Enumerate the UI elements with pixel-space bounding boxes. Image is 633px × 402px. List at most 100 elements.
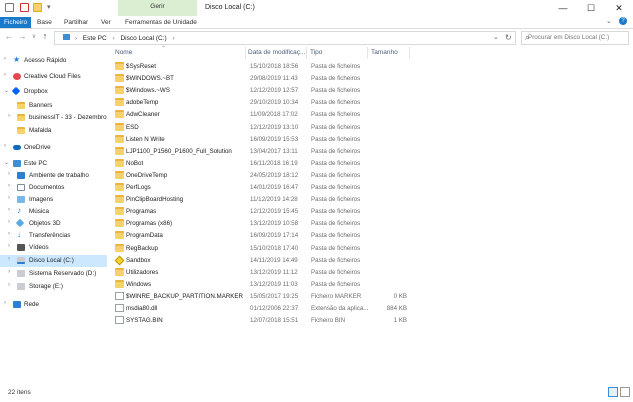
column-divider[interactable] xyxy=(367,47,368,59)
expand-ribbon-icon[interactable]: ⌄ xyxy=(606,17,612,25)
file-name: Programas xyxy=(126,208,157,216)
chevron-right-icon[interactable]: › xyxy=(8,171,10,177)
chevron-right-icon[interactable]: › xyxy=(8,243,10,249)
new-folder-icon[interactable] xyxy=(33,3,42,12)
file-row[interactable]: adobeTemp 29/10/2019 10:34 Pasta de fichei… xyxy=(110,97,410,109)
nav-item-storage-e[interactable]: › Storage (E:) xyxy=(0,281,107,293)
file-row[interactable]: $WINRE_BACKUP_PARTITION.MARKER 15/05/2017… xyxy=(110,291,410,303)
close-button[interactable]: ✕ xyxy=(605,0,633,16)
address-dropdown-icon[interactable]: ⌄ xyxy=(493,33,499,41)
chevron-right-icon[interactable]: › xyxy=(8,256,10,262)
nav-item-onedrive[interactable]: › OneDrive xyxy=(0,142,107,154)
file-row[interactable]: PinClipBoardHosting 11/12/2019 14:28 Pasta… xyxy=(110,194,410,206)
column-divider[interactable] xyxy=(409,47,410,59)
details-view-icon[interactable] xyxy=(608,387,618,397)
chevron-right-icon[interactable]: › xyxy=(8,207,10,213)
file-row[interactable]: LJP1100_P1560_P1600_Full_Solution 13/04/2… xyxy=(110,146,410,158)
file-type: Pasta de ficheiros xyxy=(311,268,361,276)
chevron-down-icon[interactable]: ⌄ xyxy=(4,87,9,94)
chevron-right-icon[interactable]: › xyxy=(8,113,10,119)
chevron-right-icon[interactable]: › xyxy=(4,72,6,78)
column-header-type[interactable]: Tipo xyxy=(310,49,322,56)
nav-item-network[interactable]: › Rede xyxy=(0,299,107,311)
tab-share[interactable]: Partilhar xyxy=(62,17,90,28)
nav-item-mafalda[interactable]: Mafalda xyxy=(0,125,107,137)
tab-file[interactable]: Ficheiro xyxy=(0,17,31,28)
file-row[interactable]: Programas 12/12/2019 15:45 Pasta de fichei… xyxy=(110,206,410,218)
chevron-right-icon[interactable]: › xyxy=(8,231,10,237)
chevron-right-icon[interactable]: › xyxy=(4,143,6,149)
nav-item-documents[interactable]: › Documentos xyxy=(0,182,107,194)
file-row[interactable]: $WINDOWS.~BT 29/08/2019 11:43 Pasta de fic… xyxy=(110,73,410,85)
nav-item-local-disk-c[interactable]: › Disco Local (C:) xyxy=(0,255,107,267)
file-row[interactable]: Listen N Write 16/09/2019 15:53 Pasta de f… xyxy=(110,134,410,146)
chevron-down-icon[interactable]: ⌄ xyxy=(4,159,9,166)
file-row[interactable]: ESD 12/12/2019 13:10 Pasta de ficheiros xyxy=(110,122,410,134)
nav-item-pictures[interactable]: › Imagens xyxy=(0,194,107,206)
file-date: 01/12/2006 22:37 xyxy=(250,305,299,312)
nav-item-businessit[interactable]: › businessIT - 33 - Dezembro xyxy=(0,112,107,124)
properties-icon[interactable] xyxy=(20,3,29,12)
search-box[interactable]: ⌕ Procurar em Disco Local (C:) xyxy=(521,31,629,45)
nav-item-quick-access[interactable]: › ★ Acesso Rápido xyxy=(0,55,107,67)
file-date: 14/11/2019 14:49 xyxy=(250,256,298,264)
up-arrow-icon[interactable]: ↑ xyxy=(40,31,50,41)
recent-locations-icon[interactable]: ∨ xyxy=(29,33,39,40)
crumb-local-disk[interactable]: Disco Local (C:) xyxy=(120,35,166,42)
help-icon[interactable]: ? xyxy=(619,17,627,25)
tab-home[interactable]: Base xyxy=(35,17,54,28)
chevron-right-icon[interactable]: › xyxy=(8,183,10,189)
file-name: Sandbox xyxy=(126,256,151,264)
file-row[interactable]: msdia80.dll 01/12/2006 22:37 Extensão da a… xyxy=(110,303,410,315)
file-row[interactable]: OneDriveTemp 24/05/2019 18:12 Pasta de fic… xyxy=(110,170,410,182)
customize-qat-icon[interactable]: ▾ xyxy=(47,3,51,11)
crumb-separator: › xyxy=(172,35,175,42)
address-bar[interactable]: › Este PC › Disco Local (C:) › ⌄ ↻ xyxy=(54,31,516,45)
chevron-right-icon[interactable]: › xyxy=(8,195,10,201)
file-row[interactable]: $Windows.~WS 12/12/2019 12:57 Pasta de fic… xyxy=(110,85,410,97)
forward-arrow-icon[interactable]: → xyxy=(17,31,27,41)
file-row[interactable]: Sandbox 14/11/2019 14:49 Pasta de ficheiro… xyxy=(110,255,410,267)
file-type: Pasta de ficheiros xyxy=(311,196,361,204)
crumb-this-pc[interactable]: Este PC xyxy=(83,35,107,42)
back-arrow-icon[interactable]: ← xyxy=(4,31,14,41)
nav-item-creative-cloud[interactable]: › Creative Cloud Files xyxy=(0,71,107,83)
file-row[interactable]: Utilizadores 13/12/2019 11:12 Pasta de fic… xyxy=(110,267,410,279)
file-row[interactable]: ProgramData 16/09/2019 17:14 Pasta de fich… xyxy=(110,230,410,242)
nav-item-this-pc[interactable]: ⌄ Este PC xyxy=(0,158,107,170)
nav-item-downloads[interactable]: › ↓ Transferências xyxy=(0,230,107,242)
file-row[interactable]: SYSTAG.BIN 12/07/2018 15:51 Ficheiro BIN 1 … xyxy=(110,315,410,327)
folder-icon xyxy=(115,98,124,107)
nav-item-music[interactable]: › ♪ Música xyxy=(0,206,107,218)
file-row[interactable]: NoBot 16/11/2018 16:19 Pasta de ficheiros xyxy=(110,158,410,170)
chevron-right-icon[interactable]: › xyxy=(8,269,10,275)
chevron-right-icon[interactable]: › xyxy=(8,282,10,288)
file-row[interactable]: $SysReset 15/10/2018 18:56 Pasta de fichei… xyxy=(110,61,410,73)
chevron-right-icon[interactable]: › xyxy=(8,219,10,225)
file-row[interactable]: Windows 13/12/2019 11:03 Pasta de ficheiro… xyxy=(110,279,410,291)
tab-drive-tools[interactable]: Ferramentas de Unidade xyxy=(123,17,199,28)
maximize-button[interactable]: ☐ xyxy=(577,0,605,16)
nav-item-desktop[interactable]: › Ambiente de trabalho xyxy=(0,170,107,182)
file-row[interactable]: PerfLogs 14/01/2019 16:47 Pasta de ficheir… xyxy=(110,182,410,194)
large-icons-view-icon[interactable] xyxy=(620,387,630,397)
refresh-icon[interactable]: ↻ xyxy=(505,33,512,42)
file-row[interactable]: RegBackup 15/10/2018 17:40 Pasta de fichei… xyxy=(110,243,410,255)
column-header-name[interactable]: Nome xyxy=(115,49,132,56)
nav-item-3d-objects[interactable]: › Objetos 3D xyxy=(0,218,107,230)
tab-view[interactable]: Ver xyxy=(99,17,113,28)
nav-item-system-reserved-d[interactable]: › Sistema Reservado (D:) xyxy=(0,268,107,280)
file-row[interactable]: Programas (x86) 13/12/2019 10:58 Pasta de … xyxy=(110,218,410,230)
nav-item-dropbox[interactable]: ⌄ Dropbox xyxy=(0,86,107,98)
column-divider[interactable] xyxy=(245,47,246,59)
file-row[interactable]: AdwCleaner 11/09/2018 17:02 Pasta de fiche… xyxy=(110,109,410,121)
chevron-right-icon[interactable]: › xyxy=(4,56,6,62)
nav-item-videos[interactable]: › Vídeos xyxy=(0,242,107,254)
minimize-button[interactable]: — xyxy=(549,0,577,16)
chevron-right-icon[interactable]: › xyxy=(4,300,6,306)
nav-item-banners[interactable]: Banners xyxy=(0,100,107,112)
file-name: PerfLogs xyxy=(126,184,151,191)
column-header-date[interactable]: Data de modificaç... xyxy=(248,49,305,56)
column-header-size[interactable]: Tamanho xyxy=(371,49,398,56)
column-divider[interactable] xyxy=(306,47,307,59)
